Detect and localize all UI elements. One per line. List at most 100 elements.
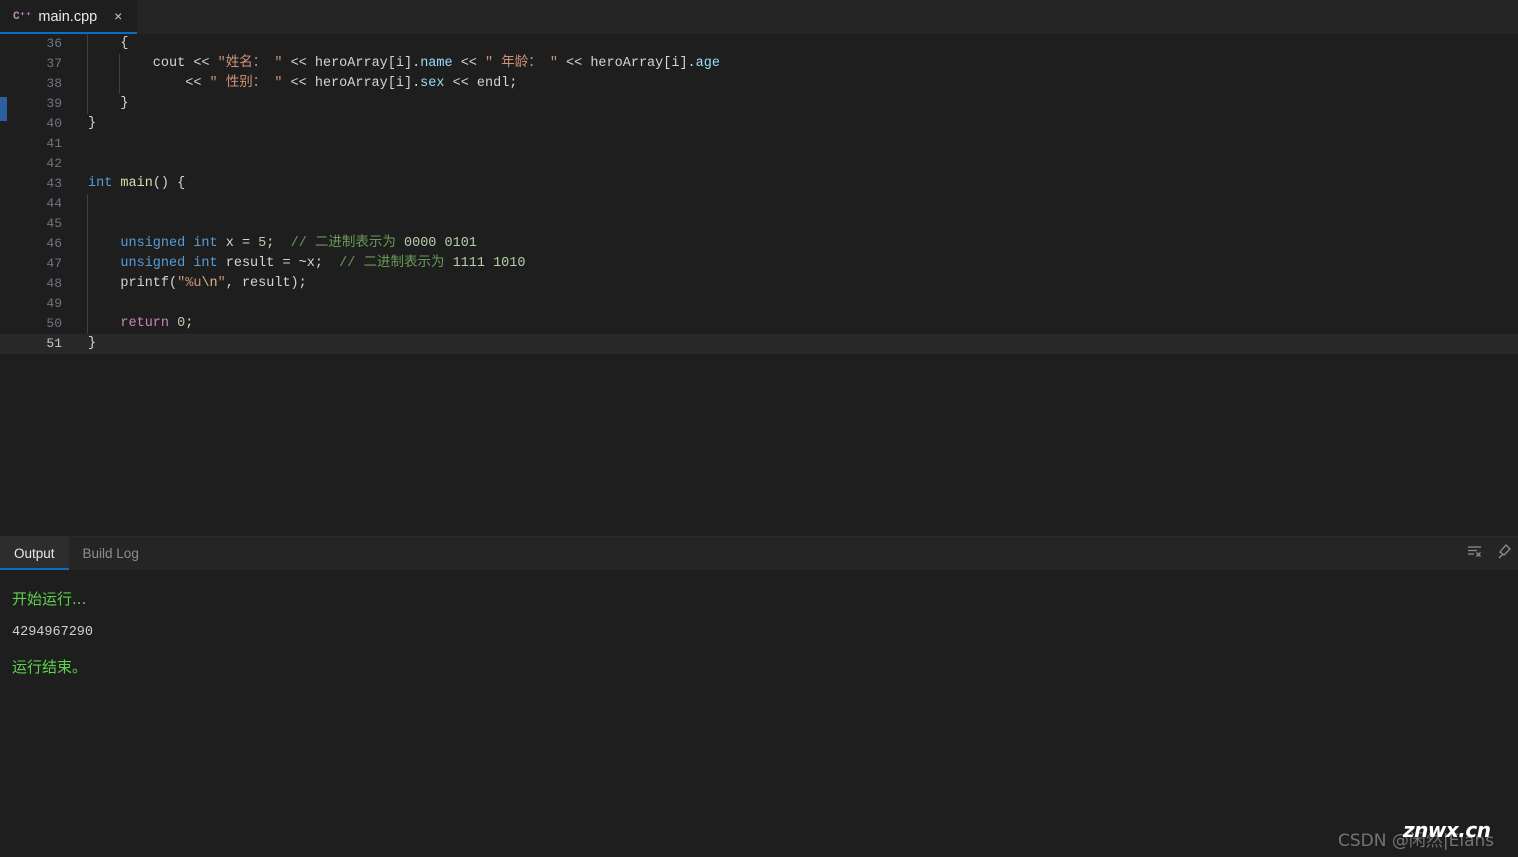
code-line[interactable]: 47 unsigned int result = ~x; // 二进制表示为 1… bbox=[0, 254, 1518, 274]
code-token: int bbox=[88, 176, 113, 191]
code-token: ; bbox=[266, 236, 291, 251]
line-number: 51 bbox=[46, 336, 62, 351]
code-token: ; bbox=[185, 316, 194, 331]
code-token: endl; bbox=[468, 76, 518, 91]
output-panel: Output Build Log 开始运行... 4294967290 运行结束… bbox=[0, 536, 1518, 857]
code-token: << bbox=[290, 56, 307, 71]
code-line[interactable]: 48 printf("%u\n", result); bbox=[0, 274, 1518, 294]
code-line[interactable]: 41 bbox=[0, 134, 1518, 154]
output-tab-output[interactable]: Output bbox=[0, 537, 69, 570]
output-line: 4294967290 bbox=[12, 625, 94, 640]
code-line-text: printf("%u\n", result); bbox=[88, 274, 307, 294]
code-line-text: unsigned int x = 5; // 二进制表示为 0000 0101 bbox=[88, 234, 477, 254]
code-token: } bbox=[88, 96, 129, 111]
indent-guide bbox=[87, 214, 88, 234]
code-line[interactable]: 39 } bbox=[0, 94, 1518, 114]
code-token: , result); bbox=[225, 276, 307, 291]
code-line[interactable]: 42 bbox=[0, 154, 1518, 174]
code-token: // 二进制表示为 bbox=[290, 236, 404, 251]
code-token: () { bbox=[152, 176, 186, 191]
code-line[interactable]: 44 bbox=[0, 194, 1518, 214]
line-number: 46 bbox=[46, 236, 62, 251]
code-token: x bbox=[217, 236, 242, 251]
code-token: heroArray[i]. bbox=[582, 56, 696, 71]
code-line-text: << " 性别： " << heroArray[i].sex << endl; bbox=[88, 74, 517, 94]
code-token: { bbox=[120, 36, 129, 51]
line-number: 38 bbox=[46, 76, 62, 91]
output-tab-label: Build Log bbox=[82, 546, 139, 561]
code-token: << bbox=[566, 56, 583, 71]
code-line[interactable]: 40} bbox=[0, 114, 1518, 134]
line-number: 40 bbox=[46, 116, 62, 131]
site-watermark: znwx.cn bbox=[1403, 818, 1491, 842]
line-number: 36 bbox=[46, 36, 62, 51]
line-number: 43 bbox=[46, 176, 62, 191]
pin-panel-icon[interactable] bbox=[1497, 543, 1512, 565]
output-panel-body[interactable]: 开始运行... 4294967290 运行结束。 bbox=[0, 570, 1518, 857]
output-panel-actions bbox=[1466, 537, 1512, 570]
code-content[interactable]: 36 {37 cout << "姓名： " << heroArray[i].na… bbox=[0, 34, 1518, 536]
line-number: 45 bbox=[46, 216, 62, 231]
code-line[interactable]: 51} bbox=[0, 334, 1518, 354]
output-line: 开始运行... bbox=[12, 590, 87, 608]
code-token: printf( bbox=[88, 276, 178, 291]
editor-tab-label: main.cpp bbox=[38, 9, 98, 25]
code-token: name bbox=[420, 56, 453, 71]
line-number: 39 bbox=[46, 96, 62, 111]
output-tab-build-log[interactable]: Build Log bbox=[69, 537, 153, 570]
line-number: 47 bbox=[46, 256, 62, 271]
code-line[interactable]: 50 return 0; bbox=[0, 314, 1518, 334]
code-token: main bbox=[120, 176, 153, 191]
indent-guide bbox=[87, 194, 88, 214]
code-token: sex bbox=[420, 76, 445, 91]
code-token: " bbox=[217, 276, 226, 291]
code-token: ~x; bbox=[290, 256, 340, 271]
clear-output-icon[interactable] bbox=[1466, 543, 1483, 565]
code-line[interactable]: 43 int main() { bbox=[0, 174, 1518, 194]
code-token: 1111 1010 bbox=[452, 256, 526, 271]
code-token: unsigned bbox=[120, 236, 186, 251]
output-line: 运行结束。 bbox=[12, 658, 88, 676]
line-number: 44 bbox=[46, 196, 62, 211]
app-window: C⁺⁺ main.cpp × 36 {37 cout << "姓名： " << … bbox=[0, 0, 1518, 857]
code-token: } bbox=[88, 116, 97, 131]
line-number: 49 bbox=[46, 296, 62, 311]
code-token: \n bbox=[201, 276, 218, 291]
code-token: " 性别： " bbox=[209, 76, 283, 91]
code-token: << bbox=[290, 76, 307, 91]
code-token: "%u bbox=[177, 276, 202, 291]
code-line[interactable]: 46 unsigned int x = 5; // 二进制表示为 0000 01… bbox=[0, 234, 1518, 254]
code-token: age bbox=[695, 56, 720, 71]
line-number: 37 bbox=[46, 56, 62, 71]
code-line[interactable]: 38 << " 性别： " << heroArray[i].sex << end… bbox=[0, 74, 1518, 94]
line-number: 42 bbox=[46, 156, 62, 171]
code-token: = bbox=[282, 256, 291, 271]
editor-tab-main-cpp[interactable]: C⁺⁺ main.cpp × bbox=[0, 0, 139, 34]
line-number: 48 bbox=[46, 276, 62, 291]
code-editor[interactable]: 36 {37 cout << "姓名： " << heroArray[i].na… bbox=[0, 34, 1518, 536]
line-number: 50 bbox=[46, 316, 62, 331]
code-line[interactable]: 36 { bbox=[0, 34, 1518, 54]
code-line[interactable]: 49 bbox=[0, 294, 1518, 314]
code-token: int bbox=[193, 236, 218, 251]
code-line-text: unsigned int result = ~x; // 二进制表示为 1111… bbox=[88, 254, 526, 274]
indent-guide bbox=[87, 294, 88, 314]
code-line-text: int main() { bbox=[88, 174, 185, 194]
close-icon[interactable]: × bbox=[110, 9, 126, 25]
code-line[interactable]: 45 bbox=[0, 214, 1518, 234]
code-token: " 年龄： " bbox=[485, 56, 558, 71]
code-token: result bbox=[217, 256, 283, 271]
code-token: << bbox=[193, 56, 210, 71]
cpp-file-icon: C⁺⁺ bbox=[13, 10, 32, 23]
code-line[interactable]: 37 cout << "姓名： " << heroArray[i].name <… bbox=[0, 54, 1518, 74]
